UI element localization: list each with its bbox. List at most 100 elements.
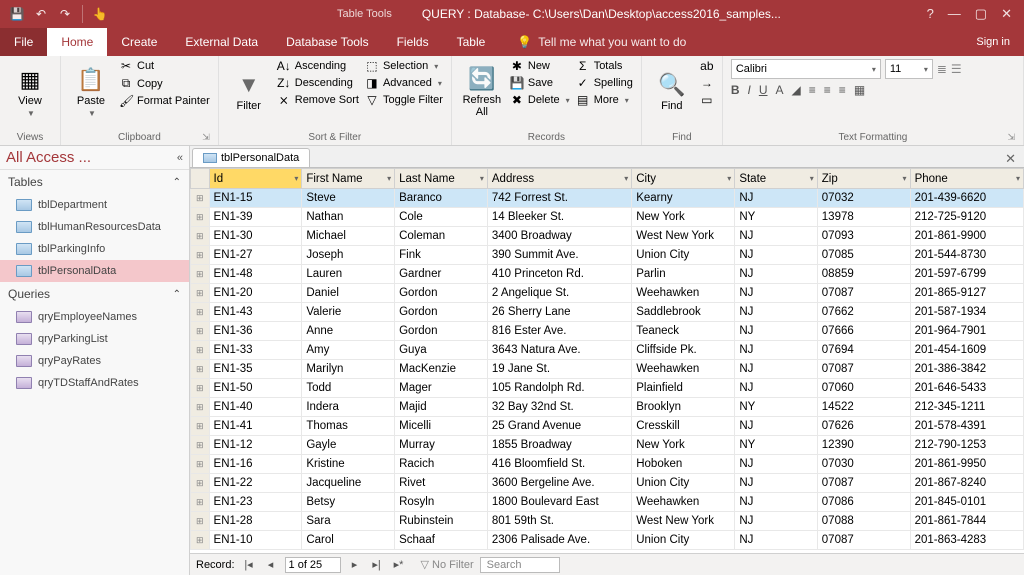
cell-last-name[interactable]: Cole [395, 208, 488, 227]
cell-first-name[interactable]: Joseph [302, 246, 395, 265]
cell-address[interactable]: 14 Bleeker St. [487, 208, 631, 227]
italic-button[interactable]: I [748, 83, 751, 97]
find-button[interactable]: 🔍 Find [650, 59, 694, 125]
cell-zip[interactable]: 07060 [817, 379, 910, 398]
column-header-last-name[interactable]: Last Name▾ [395, 169, 488, 189]
cell-address[interactable]: 3643 Natura Ave. [487, 341, 631, 360]
cell-last-name[interactable]: Schaaf [395, 531, 488, 550]
row-selector[interactable]: ⊞ [191, 531, 210, 550]
undo-icon[interactable]: ↶ [34, 7, 48, 21]
cell-phone[interactable]: 212-345-1211 [910, 398, 1023, 417]
cell-last-name[interactable]: Mager [395, 379, 488, 398]
cell-phone[interactable]: 201-863-4283 [910, 531, 1023, 550]
row-selector[interactable]: ⊞ [191, 417, 210, 436]
cell-address[interactable]: 410 Princeton Rd. [487, 265, 631, 284]
cell-address[interactable]: 816 Ester Ave. [487, 322, 631, 341]
cell-id[interactable]: EN1-27 [209, 246, 302, 265]
last-record-button[interactable]: ▸| [369, 558, 385, 571]
cell-city[interactable]: Union City [632, 531, 735, 550]
column-header-city[interactable]: City▾ [632, 169, 735, 189]
cell-state[interactable]: NY [735, 436, 817, 455]
cell-first-name[interactable]: Gayle [302, 436, 395, 455]
cell-phone[interactable]: 201-454-1609 [910, 341, 1023, 360]
bold-button[interactable]: B [731, 83, 740, 97]
cell-phone[interactable]: 201-597-6799 [910, 265, 1023, 284]
font-size-select[interactable]: 11▾ [885, 59, 933, 79]
cell-last-name[interactable]: MacKenzie [395, 360, 488, 379]
cell-last-name[interactable]: Majid [395, 398, 488, 417]
table-row[interactable]: ⊞EN1-22JacquelineRivet3600 Bergeline Ave… [191, 474, 1024, 493]
fill-color-icon[interactable]: ▦ [854, 83, 865, 97]
cell-id[interactable]: EN1-22 [209, 474, 302, 493]
cell-state[interactable]: NJ [735, 303, 817, 322]
tab-fields[interactable]: Fields [383, 28, 443, 56]
cell-id[interactable]: EN1-16 [209, 455, 302, 474]
tab-create[interactable]: Create [107, 28, 171, 56]
cell-zip[interactable]: 12390 [817, 436, 910, 455]
cell-zip[interactable]: 07085 [817, 246, 910, 265]
cell-address[interactable]: 3600 Bergeline Ave. [487, 474, 631, 493]
cell-last-name[interactable]: Rubinstein [395, 512, 488, 531]
row-selector[interactable]: ⊞ [191, 379, 210, 398]
close-icon[interactable]: ✕ [1001, 6, 1012, 22]
cell-id[interactable]: EN1-43 [209, 303, 302, 322]
cell-state[interactable]: NJ [735, 417, 817, 436]
row-selector[interactable]: ⊞ [191, 455, 210, 474]
nav-item-table[interactable]: tblDepartment [0, 194, 189, 216]
cell-last-name[interactable]: Gordon [395, 322, 488, 341]
cell-phone[interactable]: 212-790-1253 [910, 436, 1023, 455]
cell-city[interactable]: Plainfield [632, 379, 735, 398]
save-icon[interactable]: 💾 [10, 7, 24, 21]
cell-address[interactable]: 742 Forrest St. [487, 189, 631, 208]
cell-zip[interactable]: 13978 [817, 208, 910, 227]
cell-address[interactable]: 1800 Boulevard East [487, 493, 631, 512]
font-family-select[interactable]: Calibri▾ [731, 59, 881, 79]
cell-last-name[interactable]: Micelli [395, 417, 488, 436]
align-center-icon[interactable]: ≡ [824, 83, 831, 97]
cell-phone[interactable]: 201-386-3842 [910, 360, 1023, 379]
cell-zip[interactable]: 07087 [817, 474, 910, 493]
sign-in-link[interactable]: Sign in [962, 28, 1024, 56]
cell-phone[interactable]: 201-578-4391 [910, 417, 1023, 436]
cell-state[interactable]: NJ [735, 189, 817, 208]
minimize-icon[interactable]: — [948, 6, 961, 22]
table-row[interactable]: ⊞EN1-35MarilynMacKenzie19 Jane St.Weehaw… [191, 360, 1024, 379]
column-header-id[interactable]: Id▾ [209, 169, 302, 189]
cell-city[interactable]: Brooklyn [632, 398, 735, 417]
cell-id[interactable]: EN1-40 [209, 398, 302, 417]
cell-address[interactable]: 26 Sherry Lane [487, 303, 631, 322]
cell-phone[interactable]: 201-861-9900 [910, 227, 1023, 246]
cell-last-name[interactable]: Gordon [395, 303, 488, 322]
row-selector[interactable]: ⊞ [191, 493, 210, 512]
cell-city[interactable]: Teaneck [632, 322, 735, 341]
numbering-icon[interactable]: ☰ [951, 62, 962, 76]
cell-address[interactable]: 2306 Palisade Ave. [487, 531, 631, 550]
cell-id[interactable]: EN1-48 [209, 265, 302, 284]
row-selector[interactable]: ⊞ [191, 474, 210, 493]
highlight-button[interactable]: ◢ [792, 83, 801, 97]
cell-city[interactable]: Saddlebrook [632, 303, 735, 322]
font-color-button[interactable]: A [776, 83, 784, 97]
spelling-button[interactable]: ✓Spelling [576, 76, 633, 90]
select-all-cell[interactable] [191, 169, 210, 189]
table-row[interactable]: ⊞EN1-30MichaelColeman3400 BroadwayWest N… [191, 227, 1024, 246]
new-record-nav-button[interactable]: ▸* [391, 558, 407, 571]
restore-icon[interactable]: ▢ [975, 6, 987, 22]
cell-zip[interactable]: 07093 [817, 227, 910, 246]
table-row[interactable]: ⊞EN1-20DanielGordon2 Angelique St.Weehaw… [191, 284, 1024, 303]
cell-phone[interactable]: 201-964-7901 [910, 322, 1023, 341]
cell-first-name[interactable]: Steve [302, 189, 395, 208]
redo-icon[interactable]: ↷ [58, 7, 72, 21]
cell-zip[interactable]: 07087 [817, 284, 910, 303]
cell-id[interactable]: EN1-41 [209, 417, 302, 436]
cell-city[interactable]: New York [632, 436, 735, 455]
filter-button[interactable]: ▼ Filter [227, 59, 271, 125]
row-selector[interactable]: ⊞ [191, 341, 210, 360]
cell-phone[interactable]: 212-725-9120 [910, 208, 1023, 227]
cell-state[interactable]: NJ [735, 379, 817, 398]
cell-first-name[interactable]: Valerie [302, 303, 395, 322]
cell-state[interactable]: NJ [735, 493, 817, 512]
cell-last-name[interactable]: Fink [395, 246, 488, 265]
cell-state[interactable]: NJ [735, 474, 817, 493]
cell-first-name[interactable]: Michael [302, 227, 395, 246]
